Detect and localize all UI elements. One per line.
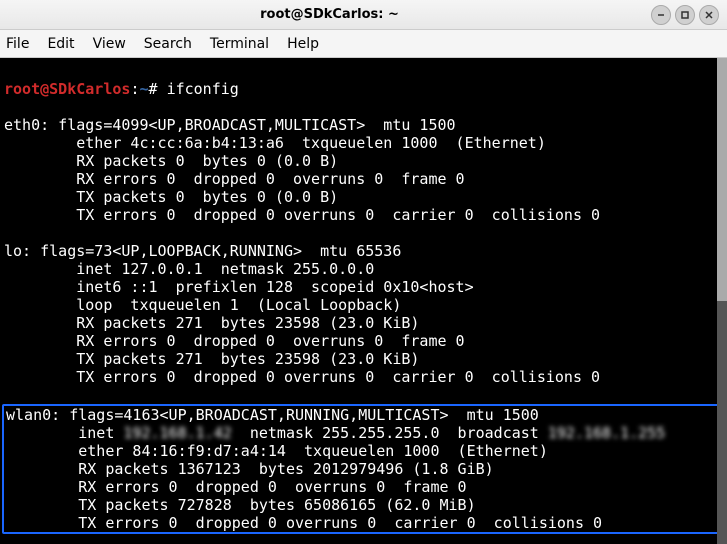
eth0-output: eth0: flags=4099<UP,BROADCAST,MULTICAST>… (4, 116, 723, 224)
minimize-icon (656, 10, 666, 20)
wlan0-broadcast-blurred: 192.168.1.255 (548, 424, 665, 442)
maximize-button[interactable] (675, 5, 695, 25)
window-title: root@SDkCarlos: ~ (8, 7, 651, 22)
menu-edit[interactable]: Edit (47, 36, 74, 52)
menu-file[interactable]: File (6, 36, 29, 52)
prompt-hash: # (149, 80, 158, 98)
terminal-window: root@SDkCarlos: ~ File Edit View Search … (0, 0, 727, 544)
close-icon (704, 10, 714, 20)
command-ifconfig: ifconfig (167, 80, 239, 98)
wlan0-highlight-box: wlan0: flags=4163<UP,BROADCAST,RUNNING,M… (2, 404, 725, 534)
scrollbar-thumb[interactable] (717, 58, 727, 301)
maximize-icon (680, 10, 690, 20)
menu-terminal[interactable]: Terminal (210, 36, 269, 52)
window-controls (651, 5, 719, 25)
menu-view[interactable]: View (93, 36, 126, 52)
wlan0-output: wlan0: flags=4163<UP,BROADCAST,RUNNING,M… (6, 406, 721, 532)
lo-output: lo: flags=73<UP,LOOPBACK,RUNNING> mtu 65… (4, 242, 723, 386)
prompt-line-1: root@SDkCarlos:~# ifconfig (4, 80, 723, 98)
menu-help[interactable]: Help (287, 36, 319, 52)
menu-search[interactable]: Search (144, 36, 192, 52)
prompt-path: ~ (139, 80, 148, 98)
scrollbar[interactable] (717, 58, 727, 544)
minimize-button[interactable] (651, 5, 671, 25)
command-text (158, 80, 167, 98)
terminal-content[interactable]: root@SDkCarlos:~# ifconfig eth0: flags=4… (0, 58, 727, 544)
menubar: File Edit View Search Terminal Help (0, 30, 727, 58)
titlebar: root@SDkCarlos: ~ (0, 0, 727, 30)
wlan0-inet-blurred: 192.168.1.42 (123, 424, 231, 442)
prompt-user: root@SDkCarlos (4, 80, 130, 98)
close-button[interactable] (699, 5, 719, 25)
